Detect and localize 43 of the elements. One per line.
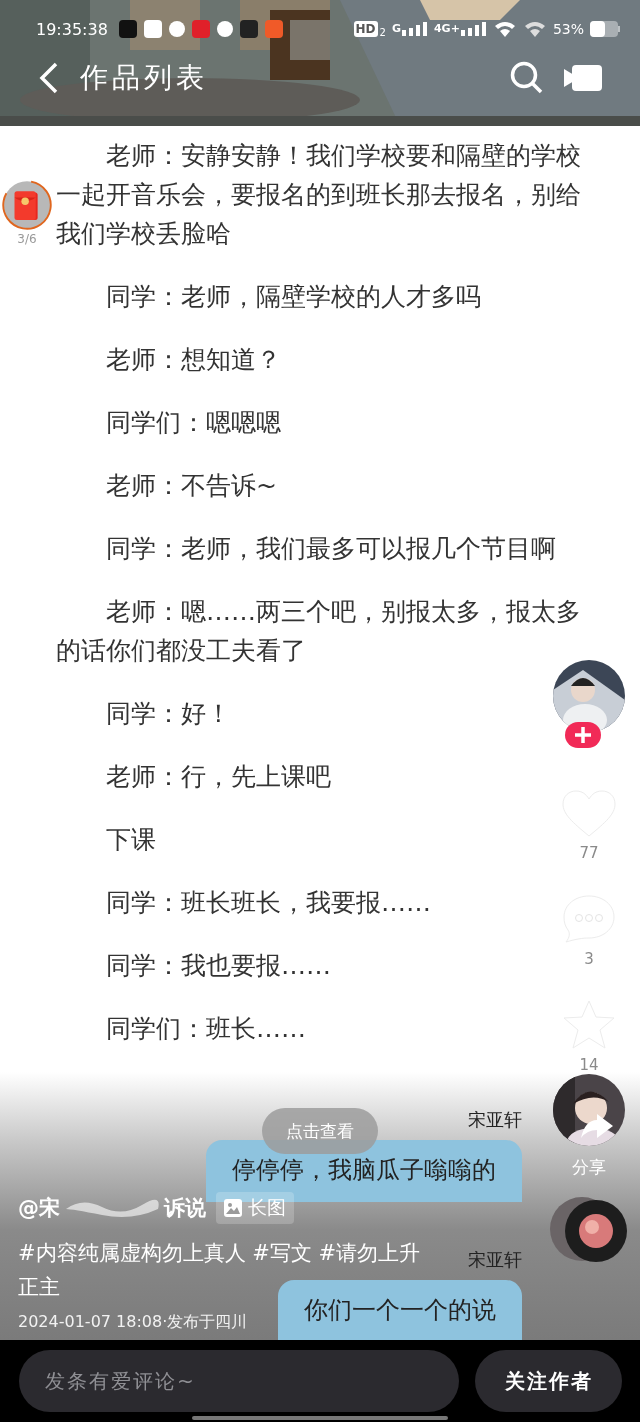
battery-percent: 53% (552, 21, 584, 37)
signal-icon (401, 22, 428, 36)
sender-name: 宋亚轩 (468, 1248, 522, 1272)
action-count: 77 (579, 844, 599, 862)
story-paragraph: 老师：行，先上课吧 (105, 761, 332, 793)
story-paragraph: 老师：嗯……两三个吧，别报太多，报太多的话你们都没工夫看了 (56, 596, 582, 667)
action-count: 14 (579, 1056, 599, 1074)
story-paragraph: 老师：想知道？ (105, 344, 282, 376)
progress-count: 3/6 (17, 232, 37, 246)
story-paragraph: 同学：班长班长，我要报…… (105, 887, 432, 919)
story-paragraph: 同学们：班长…… (105, 1013, 307, 1045)
envelope-icon (2, 180, 52, 230)
story-paragraph: 同学们：嗯嗯嗯 (105, 407, 282, 439)
story-paragraph: 老师：安静安静！我们学校要和隔壁的学校一起开音乐会，要报名的到班长那去报名，别给我们学校丢脸哈 (56, 140, 582, 250)
story-paragraph: 同学：好！ (105, 698, 232, 730)
follow-author-button[interactable]: 关注作者 (475, 1350, 622, 1412)
signal-icon (460, 22, 487, 36)
message-bubble: 你们一个一个的说 (278, 1280, 522, 1340)
post-meta: 2024-01-07 18:08·发布于四川 (18, 1312, 249, 1333)
network-label: G (391, 22, 401, 35)
sender-name: 宋亚轩 (468, 1108, 522, 1132)
camera-icon[interactable] (564, 65, 602, 91)
follow-plus-button[interactable] (565, 722, 601, 748)
hd-sub-label: 2 (379, 27, 386, 38)
author-name[interactable]: @宋 (18, 1194, 60, 1222)
view-button[interactable]: 点击查看 (262, 1108, 378, 1154)
search-icon[interactable] (510, 61, 544, 95)
plus-icon (574, 726, 592, 744)
page-title: 作品列表 (80, 60, 208, 96)
story-paragraph: 同学：老师，我们最多可以报几个节目啊 (105, 533, 557, 565)
author-name[interactable]: 诉说 (164, 1194, 206, 1222)
hd-badge: HD (353, 21, 378, 37)
action-count: 3 (584, 950, 594, 968)
share-label: 分享 (572, 1156, 606, 1179)
network-label: 4G+ (433, 22, 460, 35)
comment-field[interactable]: 发条有爱评论~ (19, 1350, 459, 1412)
story-paragraph: 同学：我也要报…… (105, 950, 332, 982)
story-paragraph: 同学：老师，隔壁学校的人才多吗 (105, 281, 482, 313)
image-icon (224, 1199, 242, 1217)
back-icon[interactable] (38, 61, 60, 95)
battery-icon (590, 21, 620, 37)
story-paragraph: 老师：不告诉~ (105, 470, 278, 502)
clock-time: 19:35:38 (36, 19, 108, 39)
